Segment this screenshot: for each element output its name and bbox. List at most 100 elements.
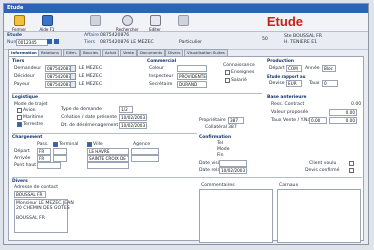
terrestre-radio[interactable] [17, 122, 22, 127]
editer-button[interactable]: Editer [144, 15, 166, 32]
pont-haut-input[interactable] [37, 162, 61, 169]
coleur-select[interactable] [177, 65, 207, 72]
tab-achat[interactable]: Achat [102, 49, 120, 56]
logistique-section-title: Logistique [12, 95, 38, 100]
devise-select[interactable]: EUR [286, 80, 302, 87]
type-demande-select[interactable]: 1/2 [119, 106, 133, 113]
taux-vente-input-2[interactable]: 0.00 [329, 117, 357, 124]
client-line2: H. TENIERE E1 [284, 40, 318, 45]
demandeur-lookup-button[interactable] [70, 65, 76, 72]
arrivee-label: Arrivée [14, 156, 31, 161]
maritime-label: Maritime [23, 115, 44, 120]
next-num-icon[interactable] [54, 39, 59, 44]
taux-input[interactable]: 0 [322, 80, 338, 87]
date-visite-input[interactable] [219, 160, 247, 167]
mode-trajet-label: Mode de trajet [14, 102, 48, 107]
confirmation-col-tel: Tel [217, 141, 224, 146]
tab-bar: Information Relations Elém. Boucles Acha… [8, 49, 364, 57]
arrivee-pass-input[interactable] [53, 155, 67, 162]
adresse-contact-select[interactable]: BOUSSAL FR [14, 191, 46, 198]
x-icon [89, 15, 101, 26]
carnaux-textarea[interactable] [277, 189, 361, 243]
tiers-value: 0875420876 LE MEZEC [100, 40, 154, 45]
depart-select[interactable]: COM [286, 65, 302, 72]
creation-input[interactable]: 10/02/2003 [119, 114, 147, 121]
depart-agence-input[interactable] [131, 148, 159, 155]
brand-title: Etude [266, 14, 303, 29]
depart-label: Départ [269, 66, 285, 71]
creation-label: Création / date présente [61, 115, 118, 120]
payeur-code-input[interactable]: 0875420871 [45, 81, 71, 88]
address-textarea[interactable]: Monsieur LE MEZEC JEAN 20 CHEMIN DES GOT… [14, 199, 74, 233]
devis-confirme-label: Devis confirmé [305, 168, 340, 173]
taux-vente-label: Taux Vente / Y.Nat [271, 118, 312, 123]
decideur-code-input[interactable]: 0875420871 [45, 73, 71, 80]
devis-confirme-checkbox[interactable] [349, 168, 354, 173]
taux-vente-input[interactable]: 0.00 [309, 117, 327, 124]
tab-boucles[interactable]: Boucles [80, 49, 102, 56]
ville-checkbox[interactable] [87, 142, 92, 147]
delete-button[interactable] [84, 15, 106, 27]
num-input[interactable]: 0012345 [16, 39, 48, 46]
more-button[interactable] [172, 15, 194, 27]
tab-relations[interactable]: Relations [38, 49, 62, 56]
valeur-proposee-input[interactable]: 0.00 [329, 109, 357, 116]
decideur-label: Décideur [14, 74, 35, 79]
tab-documents[interactable]: Documents [137, 49, 166, 56]
confirmation-col-mode: Mode [217, 147, 230, 152]
connaissance-label: Connaissance [223, 63, 255, 68]
tab-vente[interactable]: Vente [120, 49, 138, 56]
commercial-section-title: Commercial [147, 59, 177, 64]
commentaires-textarea[interactable] [199, 189, 273, 243]
carnaux-label: Carnaux [279, 183, 299, 188]
affaire-label: Affaire [84, 33, 100, 38]
depart-pass-input[interactable] [53, 148, 67, 155]
salarie-checkbox[interactable] [225, 78, 230, 83]
aide-button[interactable]: Aide F1 [36, 15, 58, 32]
client-voulu-checkbox[interactable] [349, 161, 354, 166]
help-icon [41, 15, 53, 26]
pont-haut-ville-input[interactable] [87, 162, 129, 169]
search-num-icon[interactable] [47, 39, 52, 44]
valeur-proposee-label: Valeur proposée [271, 110, 309, 115]
proprietaire-input[interactable]: 387 [228, 117, 244, 124]
date-relance-input[interactable]: 10/02/2003 [219, 167, 247, 174]
etude-rapport-title: Etude rapport au [267, 74, 306, 79]
maritime-radio[interactable] [17, 115, 22, 120]
dt-demenagement-input[interactable]: 10/02/2003 [119, 122, 147, 129]
tab-elem[interactable]: Elém. [63, 49, 80, 56]
avion-radio[interactable] [17, 108, 22, 113]
fermer-button[interactable]: Fermer [8, 15, 30, 32]
annee-select[interactable]: Bloc [322, 65, 336, 72]
code-value: 50 [262, 37, 268, 42]
client-voulu-label: Client voulu [309, 161, 337, 166]
coleur-label: Coleur [149, 66, 164, 71]
secretaire-select[interactable]: DURAND [177, 81, 207, 88]
decideur-lookup-button[interactable] [70, 73, 76, 80]
window-title: Etude [4, 4, 368, 13]
terminal-checkbox[interactable] [53, 142, 58, 147]
demandeur-code-input[interactable]: 0875420871 [45, 65, 71, 72]
divider-1 [12, 93, 262, 94]
arrivee-code-input[interactable]: FR [37, 155, 51, 162]
printer-icon [149, 15, 161, 26]
client-line1: Ste BOUSSAL FR [284, 34, 322, 39]
payeur-lookup-button[interactable] [70, 81, 76, 88]
enseignes-checkbox[interactable] [225, 70, 230, 75]
ress-contract-label: Ress. Contract [271, 102, 305, 107]
salarie-label: Salarié [231, 78, 247, 83]
payeur-label: Payeur [14, 82, 30, 87]
depart-ville-input[interactable]: LE HAVRE [87, 148, 129, 155]
tab-visualisation-suites[interactable]: Visualisation Suites [184, 49, 228, 56]
collateral-label: Collatéral [205, 125, 227, 130]
tab-divers[interactable]: Divers [165, 49, 184, 56]
divider-3 [12, 177, 362, 178]
rechercher-button[interactable]: Rechercher [116, 15, 139, 32]
arrivee-ville-input[interactable]: SAINTE CROIX DE TERME [87, 155, 129, 162]
arrivee-agence-input[interactable] [131, 155, 159, 162]
inspecteur-select[interactable]: PROVIDENTE [177, 73, 207, 80]
payeur-name: LE MEZEC [79, 82, 103, 87]
depart-code-input[interactable]: FR [37, 148, 51, 155]
adresse-contact-label: Adresse de contact [14, 185, 59, 190]
particulier-label: Particulier [179, 40, 203, 45]
